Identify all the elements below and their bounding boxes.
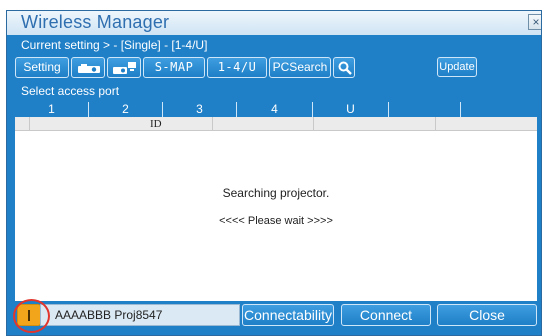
update-label: Update — [439, 61, 475, 73]
search-button[interactable] — [333, 57, 355, 78]
range-label: 1-4/U — [217, 60, 257, 74]
searching-message: Searching projector. — [222, 186, 330, 200]
selected-projector-name: AAAABBB Proj8547 — [55, 308, 163, 322]
network-mode-button[interactable] — [107, 57, 141, 78]
list-header: ID — [15, 117, 537, 131]
projector-list[interactable]: ID Searching projector. <<<< Please wait… — [15, 117, 537, 301]
close-icon[interactable]: × — [528, 14, 541, 30]
column-divider — [29, 117, 30, 130]
window-title: Wireless Manager — [21, 12, 170, 32]
current-setting-text: Current setting > - [Single] - [1-4/U] — [21, 38, 208, 52]
setting-button[interactable]: Setting — [15, 57, 69, 78]
pcsearch-button[interactable]: PCSearch — [269, 57, 331, 78]
highlight-circle — [13, 299, 50, 333]
id-column-header[interactable]: ID — [150, 117, 162, 131]
update-button[interactable]: Update — [437, 57, 477, 77]
port-tab-3[interactable]: 3 — [163, 102, 237, 117]
column-divider — [313, 117, 314, 130]
title-bar[interactable]: Wireless Manager × — [7, 11, 541, 35]
port-tab-blank[interactable] — [389, 102, 461, 117]
selected-projector-field: AAAABBB Proj8547 — [40, 304, 240, 326]
s-map-button[interactable]: S-MAP — [143, 57, 205, 78]
port-tab-1[interactable]: 1 — [15, 102, 89, 117]
please-wait-message: <<<< Please wait >>>> — [219, 215, 333, 227]
projector-mode-button[interactable] — [71, 57, 105, 78]
port-tab-4[interactable]: 4 — [237, 102, 313, 117]
s-map-label: S-MAP — [154, 60, 194, 74]
port-tab-2[interactable]: 2 — [89, 102, 163, 117]
network-projector-icon — [113, 62, 136, 74]
connectability-button[interactable]: Connectability — [242, 304, 334, 326]
select-access-port-label: Select access port — [21, 84, 120, 98]
magnifier-icon — [338, 61, 352, 75]
pcsearch-label: PCSearch — [272, 60, 328, 74]
column-divider — [212, 117, 213, 130]
access-port-tabs: 1 2 3 4 U — [15, 102, 537, 117]
wireless-manager-window: Wireless Manager × Current setting > - [… — [6, 10, 542, 336]
close-label: Close — [469, 307, 505, 323]
range-button[interactable]: 1-4/U — [207, 57, 267, 78]
projector-icon — [78, 64, 100, 73]
setting-button-label: Setting — [23, 60, 61, 74]
column-divider — [435, 117, 436, 130]
page-background — [0, 0, 542, 10]
port-tab-u[interactable]: U — [313, 102, 389, 117]
close-button[interactable]: Close — [437, 304, 537, 326]
connectability-label: Connectability — [244, 307, 332, 323]
connect-label: Connect — [359, 307, 413, 323]
connect-button[interactable]: Connect — [341, 304, 431, 326]
